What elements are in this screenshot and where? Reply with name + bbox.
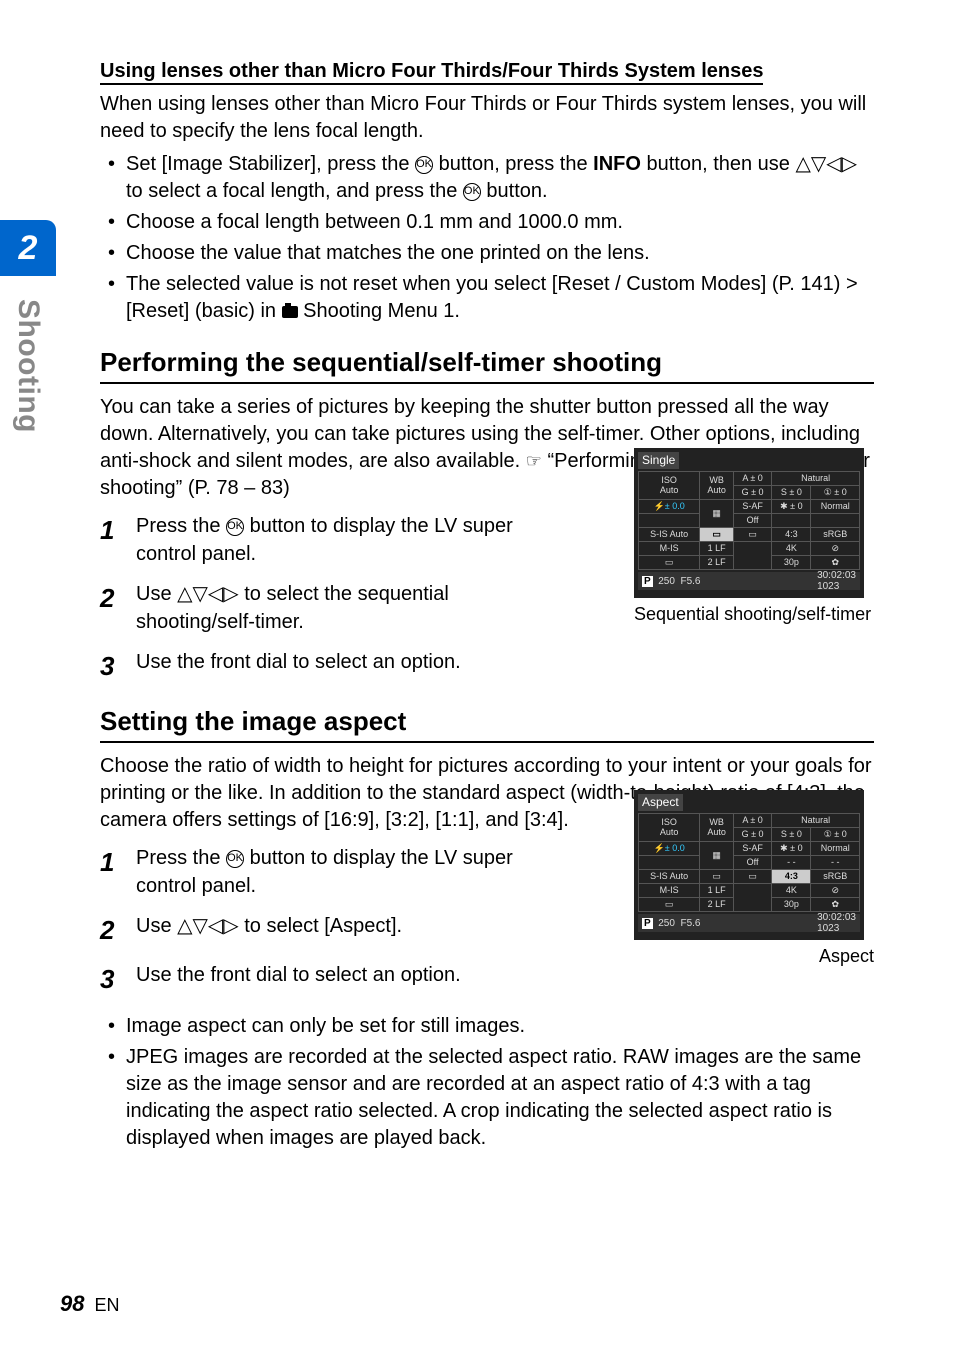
step-number: 2 [100, 580, 136, 636]
chapter-tab: 2 Shooting [0, 220, 56, 420]
step-number: 2 [100, 912, 136, 948]
other-lenses-heading: Using lenses other than Micro Four Third… [100, 60, 763, 85]
other-lenses-intro: When using lenses other than Micro Four … [100, 91, 874, 145]
panel-grid: ISOAuto WBAuto A ± 0Natural G ± 0S ± 0① … [638, 471, 860, 570]
ok-button-icon: OK [463, 183, 481, 201]
camera-icon [282, 306, 298, 318]
chapter-name: Shooting [0, 276, 56, 456]
list-item: Choose a focal length between 0.1 mm and… [126, 209, 874, 236]
lv-panel-figure-aspect: Aspect ISOAuto WBAuto A ± 0Natural G ± 0… [634, 790, 874, 967]
aspect-notes: Image aspect can only be set for still i… [100, 1013, 874, 1152]
panel-title: Single [638, 452, 679, 469]
dpad-icon: △▽◁▷ [177, 915, 239, 937]
step: 3 Use the front dial to select an option… [136, 648, 874, 684]
list-item: Set [Image Stabilizer], press the OK but… [126, 151, 874, 205]
list-item: Choose the value that matches the one pr… [126, 240, 874, 267]
step-number: 1 [100, 512, 136, 568]
chapter-number: 2 [0, 220, 56, 276]
page-number: 98 [60, 1291, 84, 1316]
page-language: EN [95, 1295, 120, 1315]
figure-caption: Aspect [634, 946, 874, 967]
list-item: JPEG images are recorded at the selected… [126, 1044, 874, 1152]
page-footer: 98 EN [60, 1291, 120, 1317]
step-number: 1 [100, 844, 136, 900]
sequential-heading: Performing the sequential/self-timer sho… [100, 347, 874, 384]
step-number: 3 [100, 961, 136, 997]
lv-super-control-panel: Single ISOAuto WBAuto A ± 0Natural G ± 0… [634, 448, 864, 598]
step-number: 3 [100, 648, 136, 684]
ok-button-icon: OK [415, 156, 433, 174]
dpad-icon: △▽◁▷ [795, 153, 857, 175]
ok-button-icon: OK [226, 518, 244, 536]
dpad-icon: △▽◁▷ [177, 583, 239, 605]
panel-grid: ISOAuto WBAuto A ± 0Natural G ± 0S ± 0① … [638, 813, 860, 912]
list-item: The selected value is not reset when you… [126, 271, 874, 325]
panel-title: Aspect [638, 794, 683, 811]
lv-panel-figure-sequential: Single ISOAuto WBAuto A ± 0Natural G ± 0… [634, 448, 874, 625]
pointing-hand-icon: ☞ [526, 451, 542, 471]
list-item: Image aspect can only be set for still i… [126, 1013, 874, 1040]
other-lenses-list: Set [Image Stabilizer], press the OK but… [100, 151, 874, 325]
lv-super-control-panel: Aspect ISOAuto WBAuto A ± 0Natural G ± 0… [634, 790, 864, 940]
aspect-heading: Setting the image aspect [100, 706, 874, 743]
ok-button-icon: OK [226, 850, 244, 868]
figure-caption: Sequential shooting/self-timer [634, 604, 874, 625]
